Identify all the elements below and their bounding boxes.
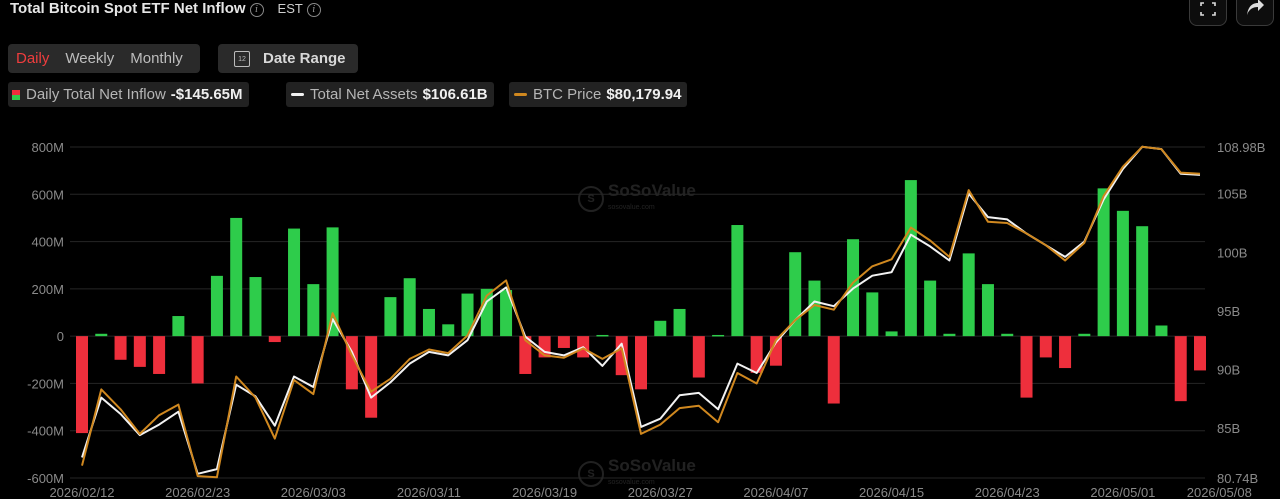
inflow-bar [230,217,243,337]
inflow-bar [133,336,146,367]
y2-tick-label: 85B [1217,421,1240,436]
x-tick-label: 2026/03/11 [397,485,461,499]
inflow-bar [673,308,686,337]
inflow-bar [442,324,455,337]
inflow-bar [114,336,127,360]
inflow-bar [557,336,570,348]
x-tick-label: 2026/04/15 [859,485,924,499]
inflow-bar [827,336,840,404]
inflow-bar [1174,336,1187,402]
inflow-bar [384,297,397,337]
inflow-bar [172,316,185,337]
y2-tick-label: 105B [1217,187,1247,202]
inflow-bar [365,336,378,418]
inflow-bar [712,334,725,337]
inflow-bar [1155,325,1168,337]
inflow-bar [904,180,917,337]
inflow-bar [943,333,956,337]
y2-tick-label: 80.74B [1217,471,1258,486]
x-tick-label: 2026/02/12 [49,485,114,499]
y-tick-label: -600M [27,471,64,486]
inflow-bar [962,253,975,337]
inflow-bar [403,278,416,337]
y-tick-label: 800M [31,140,64,155]
inflow-bar [654,320,667,337]
inflow-bar [731,225,744,337]
y-tick-label: -200M [27,376,64,391]
inflow-bar [1078,333,1091,337]
y-tick-label: 400M [31,235,64,250]
y2-tick-label: 95B [1217,304,1240,319]
inflow-bar [210,275,223,337]
inflow-bar [692,336,705,378]
inflow-bar [307,284,320,337]
inflow-bar [268,336,281,343]
x-tick-label: 2026/05/01 [1090,485,1155,499]
inflow-bar [191,336,204,384]
inflow-bar [153,336,166,374]
x-tick-label: 2026/03/27 [628,485,693,499]
x-tick-label: 2026/05/08 [1187,485,1252,499]
inflow-bar [1194,336,1206,371]
y-tick-label: 600M [31,187,64,202]
y2-tick-label: 100B [1217,245,1247,260]
x-tick-label: 2026/03/03 [281,485,346,499]
inflow-bar [1039,336,1052,358]
inflow-bar [1116,210,1129,337]
inflow-bar [924,280,937,337]
inflow-bar [76,336,88,434]
inflow-bar [1059,336,1072,369]
x-tick-label: 2026/03/19 [512,485,577,499]
inflow-bar [1136,226,1149,337]
inflow-bar [866,292,879,337]
y-tick-label: 0 [57,329,64,344]
inflow-bar [885,331,898,337]
inflow-bar [981,284,994,337]
y-tick-label: -400M [27,424,64,439]
inflow-bar [249,277,262,337]
x-tick-label: 2026/04/23 [975,485,1040,499]
inflow-bar [422,308,435,337]
inflow-bar [519,336,532,374]
inflow-bar [596,334,609,337]
y2-tick-label: 108.98B [1217,140,1265,155]
y-tick-label: 200M [31,282,64,297]
x-tick-label: 2026/02/23 [165,485,230,499]
inflow-bar [95,333,108,337]
y2-tick-label: 90B [1217,362,1240,377]
x-tick-label: 2026/04/07 [743,485,808,499]
inflow-bar [1001,333,1014,337]
inflow-bar [635,336,647,390]
inflow-chart: 800M 600M 400M 200M 0 -200M -400M -600M 108.98B 1… [27,140,1265,499]
inflow-bar [1020,336,1033,398]
inflow-bar [288,228,301,337]
